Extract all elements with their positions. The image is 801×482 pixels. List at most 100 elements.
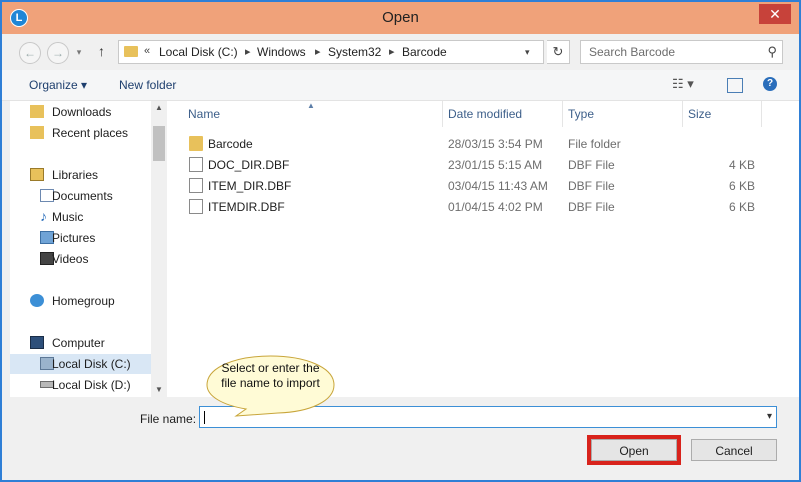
file-date: 03/04/15 11:43 AM	[448, 179, 548, 193]
window-title: Open	[382, 9, 419, 26]
organize-button[interactable]: Organize ▾	[29, 78, 87, 92]
downloads-icon	[30, 105, 44, 118]
file-name: ITEMDIR.DBF	[208, 200, 285, 214]
file-date: 23/01/15 5:15 AM	[448, 158, 543, 172]
sidebar-item-local-disk-d[interactable]: Local Disk (D:)	[10, 375, 151, 395]
sidebar-item-libraries[interactable]: Libraries	[10, 165, 151, 185]
sidebar-item-homegroup[interactable]: Homegroup	[10, 291, 151, 311]
column-header-date[interactable]: Date modified	[448, 107, 522, 121]
file-name: DOC_DIR.DBF	[208, 158, 290, 172]
file-name-label: File name:	[140, 412, 197, 426]
computer-icon	[30, 336, 44, 349]
preview-pane-icon[interactable]	[727, 78, 743, 93]
forward-button[interactable]: →	[47, 42, 69, 64]
address-dropdown-icon[interactable]: ▾	[525, 47, 530, 58]
sidebar-item-label: Libraries	[52, 168, 99, 182]
folder-icon	[124, 46, 138, 57]
recent-locations-chevron-icon[interactable]: ▾	[74, 42, 84, 62]
file-icon	[189, 178, 203, 193]
column-divider[interactable]	[442, 101, 443, 127]
folder-icon	[189, 136, 203, 151]
close-button[interactable]: ✕	[759, 4, 791, 24]
open-button[interactable]: Open	[587, 435, 681, 465]
sidebar-item-label: Downloads	[52, 105, 112, 119]
callout-bubble: Select or enter the file name to import	[206, 355, 335, 417]
new-folder-button[interactable]: New folder	[119, 78, 176, 92]
file-size: 4 KB	[728, 158, 755, 172]
open-dialog: L Open ✕ ← → ▾ ↑ « Local Disk (C:) ▸ Win…	[0, 0, 801, 482]
view-options-icon[interactable]: ☷ ▾	[672, 76, 694, 92]
file-row[interactable]: ITEMDIR.DBF 01/04/15 4:02 PM DBF File 6 …	[167, 196, 799, 217]
file-row[interactable]: DOC_DIR.DBF 23/01/15 5:15 AM DBF File 4 …	[167, 154, 799, 175]
up-button[interactable]: ↑	[98, 43, 105, 59]
search-box[interactable]: Search Barcode ⚲	[580, 40, 783, 64]
sidebar-item-pictures[interactable]: Pictures	[10, 228, 151, 248]
dialog-footer: File name: ▾ Open Cancel	[2, 397, 799, 480]
sidebar-item-label: Documents	[52, 189, 113, 203]
file-type: DBF File	[568, 200, 615, 214]
sidebar-item-downloads[interactable]: Downloads	[10, 102, 151, 122]
sidebar-item-label: Homegroup	[52, 294, 115, 308]
cancel-button[interactable]: Cancel	[691, 439, 777, 461]
breadcrumb-local-disk-c[interactable]: Local Disk (C:)	[159, 45, 238, 59]
file-date: 28/03/15 3:54 PM	[448, 137, 543, 151]
sidebar-item-videos[interactable]: Videos	[10, 249, 151, 269]
refresh-button[interactable]: ↻	[547, 40, 570, 64]
file-name: ITEM_DIR.DBF	[208, 179, 292, 193]
command-bar: Organize ▾ New folder ☷ ▾ ?	[2, 70, 799, 101]
sidebar-item-label: Pictures	[52, 231, 96, 245]
file-row[interactable]: ITEM_DIR.DBF 03/04/15 11:43 AM DBF File …	[167, 175, 799, 196]
breadcrumb-windows[interactable]: Windows	[257, 45, 306, 59]
scroll-down-icon[interactable]: ▼	[155, 385, 163, 394]
breadcrumb-separator-icon: ▸	[245, 46, 251, 58]
file-icon	[189, 157, 203, 172]
file-type: DBF File	[568, 158, 615, 172]
scroll-up-icon[interactable]: ▲	[155, 103, 163, 112]
column-divider[interactable]	[562, 101, 563, 127]
navigation-pane: Downloads Recent places Libraries Docume…	[10, 101, 167, 397]
file-name-dropdown-icon[interactable]: ▾	[767, 411, 772, 422]
sidebar-item-label: Music	[52, 210, 84, 224]
help-icon[interactable]: ?	[763, 77, 777, 91]
file-list: ▲ Name Date modified Type Size Barcode 2…	[167, 101, 799, 397]
callout-text-box: Select or enter the file name to import	[221, 361, 320, 390]
sidebar-item-label: Videos	[52, 252, 89, 266]
breadcrumb-separator-icon: ▸	[389, 46, 395, 58]
file-size: 6 KB	[728, 200, 755, 214]
column-divider[interactable]	[682, 101, 683, 127]
sidebar-item-label: Computer	[52, 336, 105, 350]
column-header-name[interactable]: Name	[188, 107, 220, 121]
sidebar-item-local-disk-c[interactable]: Local Disk (C:)	[10, 354, 151, 374]
column-header-type[interactable]: Type	[568, 107, 594, 121]
sidebar-item-label: Recent places	[52, 126, 129, 140]
breadcrumb-overflow[interactable]: «	[144, 45, 150, 57]
search-input[interactable]: Search Barcode	[589, 45, 675, 59]
column-divider[interactable]	[761, 101, 762, 127]
title-bar: L Open ✕	[2, 2, 799, 34]
scrollbar-thumb[interactable]	[153, 126, 165, 161]
sidebar-item-music[interactable]: ♪ Music	[10, 207, 151, 227]
sidebar-item-label: Local Disk (D:)	[52, 378, 131, 392]
sort-ascending-icon: ▲	[307, 101, 315, 110]
breadcrumb-separator-icon: ▸	[315, 46, 321, 58]
navigation-scrollbar[interactable]: ▲ ▼	[151, 101, 167, 397]
file-date: 01/04/15 4:02 PM	[448, 200, 543, 214]
file-icon	[189, 199, 203, 214]
column-header-size[interactable]: Size	[688, 107, 711, 121]
sidebar-item-documents[interactable]: Documents	[10, 186, 151, 206]
recent-places-icon	[30, 126, 44, 139]
navigation-bar: ← → ▾ ↑ « Local Disk (C:) ▸ Windows ▸ Sy…	[2, 34, 799, 70]
search-icon[interactable]: ⚲	[767, 44, 777, 60]
breadcrumb-system32[interactable]: System32	[328, 45, 381, 59]
file-type: DBF File	[568, 179, 615, 193]
sidebar-item-recent-places[interactable]: Recent places	[10, 123, 151, 143]
breadcrumb-barcode[interactable]: Barcode	[402, 45, 447, 59]
address-bar[interactable]: « Local Disk (C:) ▸ Windows ▸ System32 ▸…	[118, 40, 544, 64]
file-row[interactable]: Barcode 28/03/15 3:54 PM File folder	[167, 133, 799, 154]
text-cursor	[204, 411, 205, 424]
libraries-icon	[30, 168, 44, 181]
back-button[interactable]: ←	[19, 42, 41, 64]
sidebar-item-computer[interactable]: Computer	[10, 333, 151, 353]
callout-text: Select or enter the file name to import	[221, 361, 320, 390]
file-name: Barcode	[208, 137, 253, 151]
